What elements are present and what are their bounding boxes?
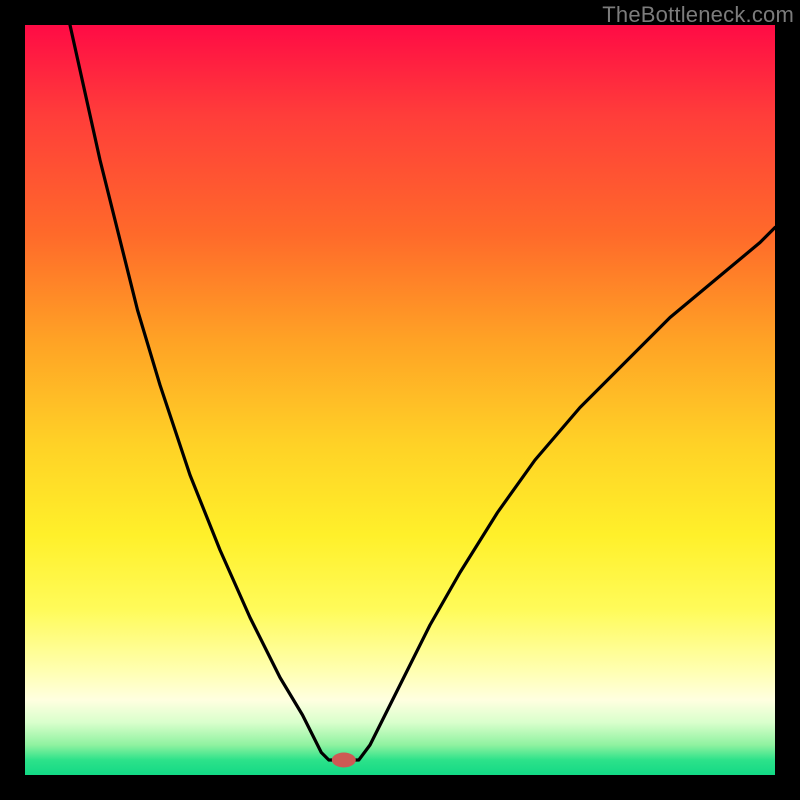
optimum-marker [332, 753, 356, 768]
chart-svg [25, 25, 775, 775]
chart-frame: TheBottleneck.com [0, 0, 800, 800]
bottleneck-curve [70, 25, 775, 760]
plot-area [25, 25, 775, 775]
